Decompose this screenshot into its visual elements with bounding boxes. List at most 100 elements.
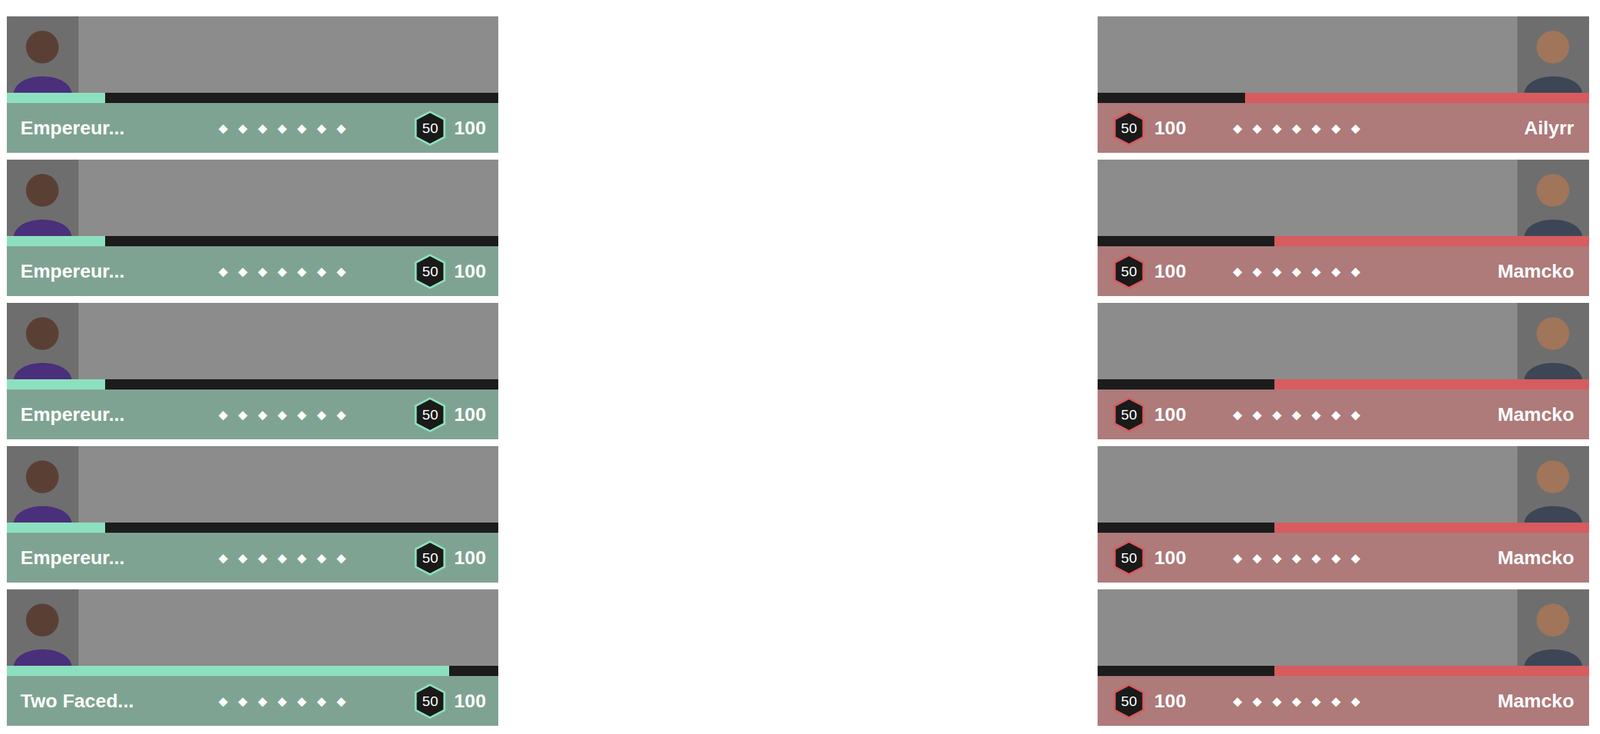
rank-badge: 50 <box>1111 109 1147 147</box>
agent-portrait <box>1517 159 1590 237</box>
ability-diamonds: ◆◆◆◆◆◆◆ <box>218 405 357 424</box>
health-fill <box>6 666 450 677</box>
rank-badge: 50 <box>1111 683 1147 721</box>
badge-level: 50 <box>1120 550 1137 566</box>
health-fill <box>6 236 106 247</box>
health-bar <box>6 522 499 534</box>
player-info: 50100◆◆◆◆◆◆◆Mamcko <box>1097 533 1590 583</box>
health-fill <box>6 522 106 534</box>
badge-level: 50 <box>1120 264 1137 279</box>
player-info: Empereur... ◆◆◆◆◆◆◆ 50 100 <box>6 103 499 153</box>
player-row[interactable]: 50100◆◆◆◆◆◆◆Mamcko <box>1097 446 1590 583</box>
agent-portrait <box>1517 446 1590 523</box>
badge-level: 50 <box>422 120 439 136</box>
player-info: 50 100 ◆◆◆◆◆◆◆ Mamcko <box>1097 676 1590 727</box>
rank-badge: 50 <box>412 683 448 721</box>
agent-portrait <box>6 303 79 380</box>
player-name: Mamcko <box>1497 404 1575 426</box>
player-banner <box>1097 446 1590 523</box>
ability-diamonds: ◆◆◆◆◆◆◆ <box>218 118 357 138</box>
rank-badge: 50 <box>412 253 448 291</box>
health-fill <box>1245 92 1590 104</box>
player-info: 50100 ◆◆◆◆◆◆◆ Mamcko <box>1097 389 1590 440</box>
health-fill <box>6 92 106 104</box>
player-name: Ailyrr <box>1524 117 1575 139</box>
player-row[interactable]: Empereur... ◆◆◆◆◆◆◆ 50 100 <box>6 446 499 583</box>
player-score: 100 <box>453 544 487 573</box>
badge-level: 50 <box>1120 694 1137 709</box>
ability-diamonds: ◆◆◆◆◆◆◆ <box>1232 118 1371 138</box>
player-name: Empereur... <box>20 117 125 139</box>
health-bar <box>6 379 499 390</box>
player-score: 100 <box>453 687 487 717</box>
health-bar <box>1097 236 1590 247</box>
health-bar <box>1097 379 1590 390</box>
player-info: Empereur... ◆◆◆◆◆◆◆ 50 100 <box>6 533 499 583</box>
player-banner <box>6 16 499 93</box>
player-row[interactable]: Empereur... ◆◆◆◆◆◆◆ 50 100 <box>6 303 499 440</box>
health-bar <box>6 236 499 247</box>
health-fill <box>1274 666 1590 677</box>
ability-diamonds: ◆◆◆◆◆◆◆ <box>218 548 357 568</box>
agent-portrait <box>1517 16 1590 93</box>
player-banner <box>6 446 499 523</box>
player-name: Two Faced... <box>20 690 134 712</box>
ability-diamonds: ◆◆◆◆◆◆◆ <box>1232 405 1371 424</box>
player-row[interactable]: 50 100 ◆◆◆◆◆◆◆ Ailyrr <box>1097 16 1590 153</box>
agent-portrait <box>1517 303 1590 380</box>
player-row[interactable]: 50 100 ◆◆◆◆◆◆◆ Mamcko <box>1097 589 1590 727</box>
player-row[interactable]: 50100 ◆◆◆◆◆◆◆ Mamcko <box>1097 303 1590 440</box>
health-fill <box>1274 236 1590 247</box>
team-column: 50100◆◆◆◆◆◆◆Ailyrr50100◆◆◆◆◆◆◆Mamcko5010… <box>1097 16 1590 727</box>
player-score: 100 <box>1154 400 1187 430</box>
badge-level: 50 <box>422 407 439 422</box>
rank-badge: 50 <box>1111 253 1147 291</box>
health-bar <box>6 92 499 104</box>
rank-badge: 50 <box>1111 396 1147 434</box>
ability-diamonds: ◆◆◆◆◆◆◆ <box>1232 692 1371 711</box>
ability-diamonds: ◆◆◆◆◆◆◆ <box>1232 262 1371 281</box>
player-info: 50 100 ◆◆◆◆◆◆◆ Ailyrr <box>1097 103 1590 153</box>
player-row[interactable]: Empereur... ◆◆◆◆◆◆◆ 50 100 <box>6 159 499 297</box>
player-info: 50100◆◆◆◆◆◆◆Mamcko <box>1097 246 1590 297</box>
player-name: Empereur... <box>20 404 125 426</box>
badge-level: 50 <box>1120 120 1137 136</box>
health-bar <box>1097 522 1590 534</box>
agent-portrait <box>6 589 79 667</box>
player-name: Empereur... <box>20 260 125 282</box>
player-info: Empereur... ◆◆◆◆◆◆◆ 50 100 <box>6 389 499 440</box>
agent-portrait <box>6 446 79 523</box>
health-fill <box>1274 522 1590 534</box>
player-banner <box>6 159 499 237</box>
rank-badge: 50 <box>1111 539 1147 577</box>
rank-badge: 50 <box>412 539 448 577</box>
health-bar <box>1097 666 1590 677</box>
health-fill <box>6 379 106 390</box>
player-info: Empereur... ◆◆◆◆◆◆◆ 50 100 <box>6 246 499 297</box>
badge-level: 50 <box>422 264 439 279</box>
team-column: Empereur... ◆◆◆◆◆◆◆ 50 100 Empereur... ◆◆◆◆◆◆… <box>6 16 499 727</box>
player-banner <box>1097 16 1590 93</box>
player-name: Mamcko <box>1497 260 1575 282</box>
health-bar <box>6 666 499 677</box>
ability-diamonds: ◆◆◆◆◆◆◆ <box>218 692 357 711</box>
player-row[interactable]: Two Faced... ◆◆◆◆◆◆◆ 50 100 <box>6 589 499 727</box>
rank-badge: 50 <box>412 109 448 147</box>
player-name: Mamcko <box>1497 690 1575 712</box>
player-row[interactable]: 50100◆◆◆◆◆◆◆Mamcko <box>1097 159 1590 297</box>
player-name: Empereur... <box>20 547 125 569</box>
player-banner <box>6 589 499 667</box>
player-score: 100 <box>1154 113 1187 143</box>
player-score: 100 <box>453 257 487 287</box>
ability-diamonds: ◆◆◆◆◆◆◆ <box>218 262 357 281</box>
rank-badge: 50 <box>412 396 448 434</box>
player-score: 100 <box>453 113 487 143</box>
player-score: 100 <box>1154 687 1187 717</box>
agent-portrait <box>6 16 79 93</box>
player-score: 100 <box>1154 544 1187 573</box>
player-score: 100 <box>453 400 487 430</box>
health-bar <box>1097 92 1590 104</box>
player-row[interactable]: Empereur... ◆◆◆◆◆◆◆ 50 100 <box>6 16 499 153</box>
badge-level: 50 <box>422 694 439 709</box>
badge-level: 50 <box>422 550 439 566</box>
